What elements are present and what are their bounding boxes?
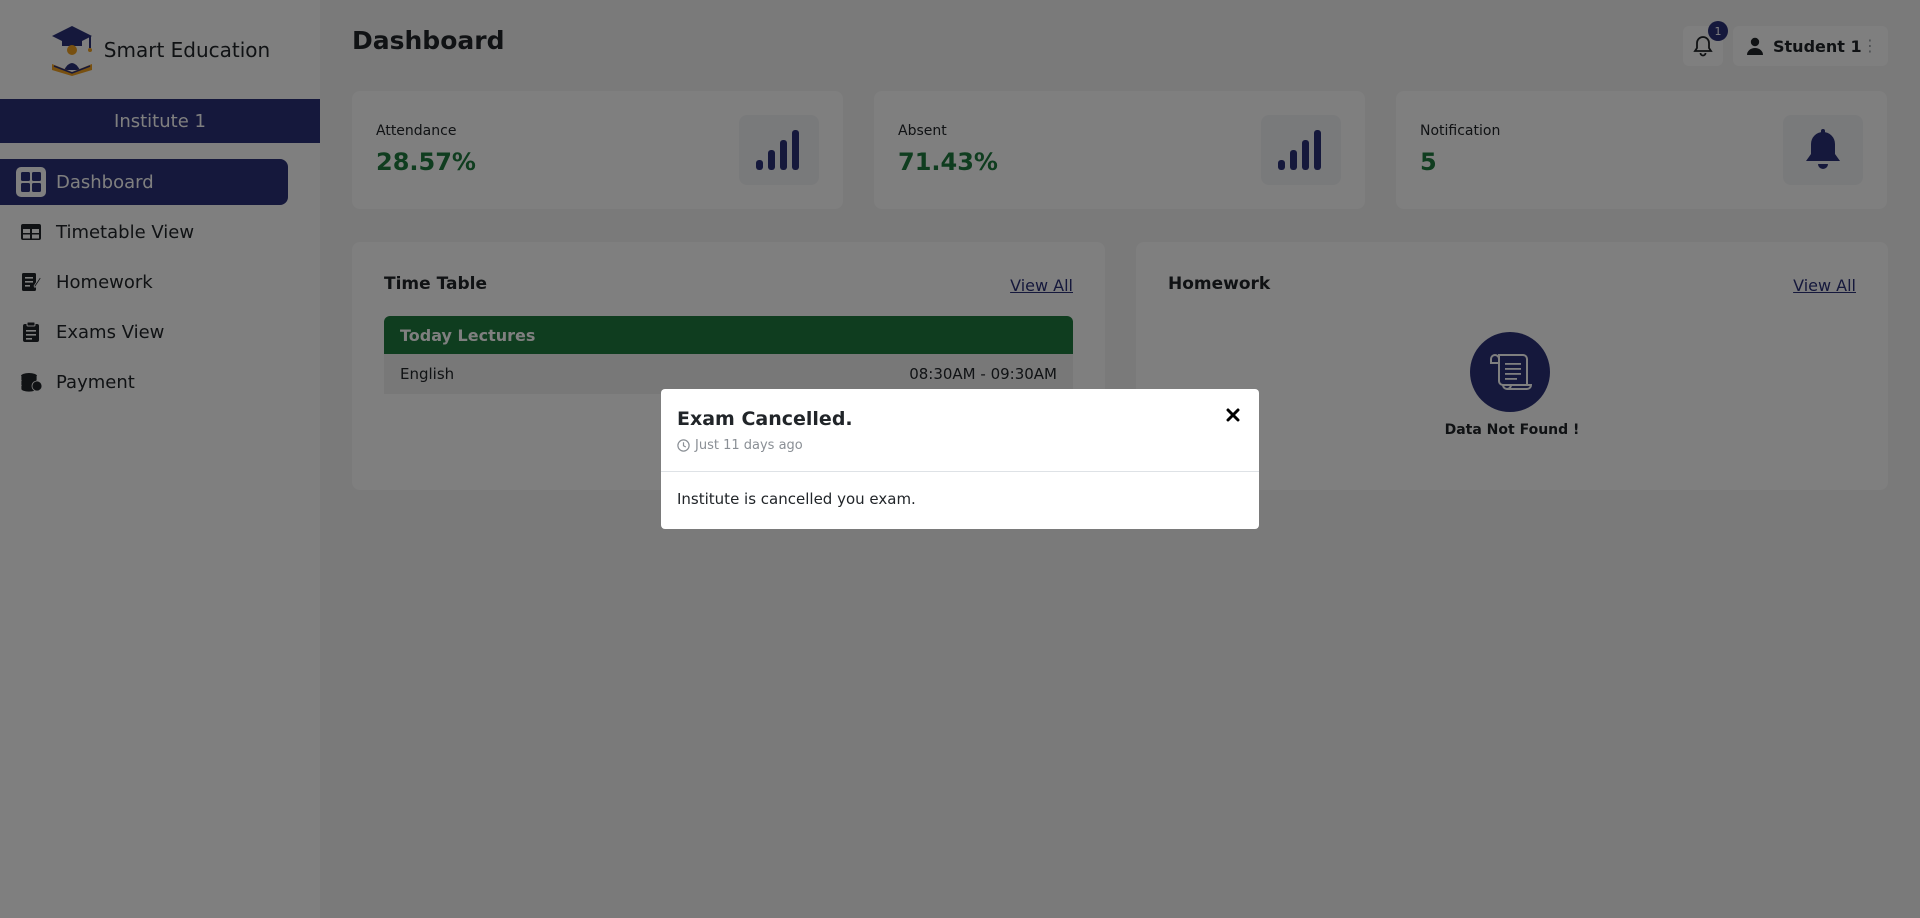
modal-header: Exam Cancelled. Just 11 days ago	[661, 389, 1259, 472]
notification-modal: Exam Cancelled. Just 11 days ago Institu…	[661, 389, 1259, 529]
modal-time-text: Just 11 days ago	[695, 438, 803, 453]
modal-title: Exam Cancelled.	[677, 408, 853, 430]
close-button[interactable]	[1223, 405, 1243, 425]
clock-icon	[677, 439, 690, 452]
modal-timestamp: Just 11 days ago	[677, 438, 803, 453]
modal-body-text: Institute is cancelled you exam.	[677, 490, 916, 508]
close-icon	[1226, 408, 1240, 422]
